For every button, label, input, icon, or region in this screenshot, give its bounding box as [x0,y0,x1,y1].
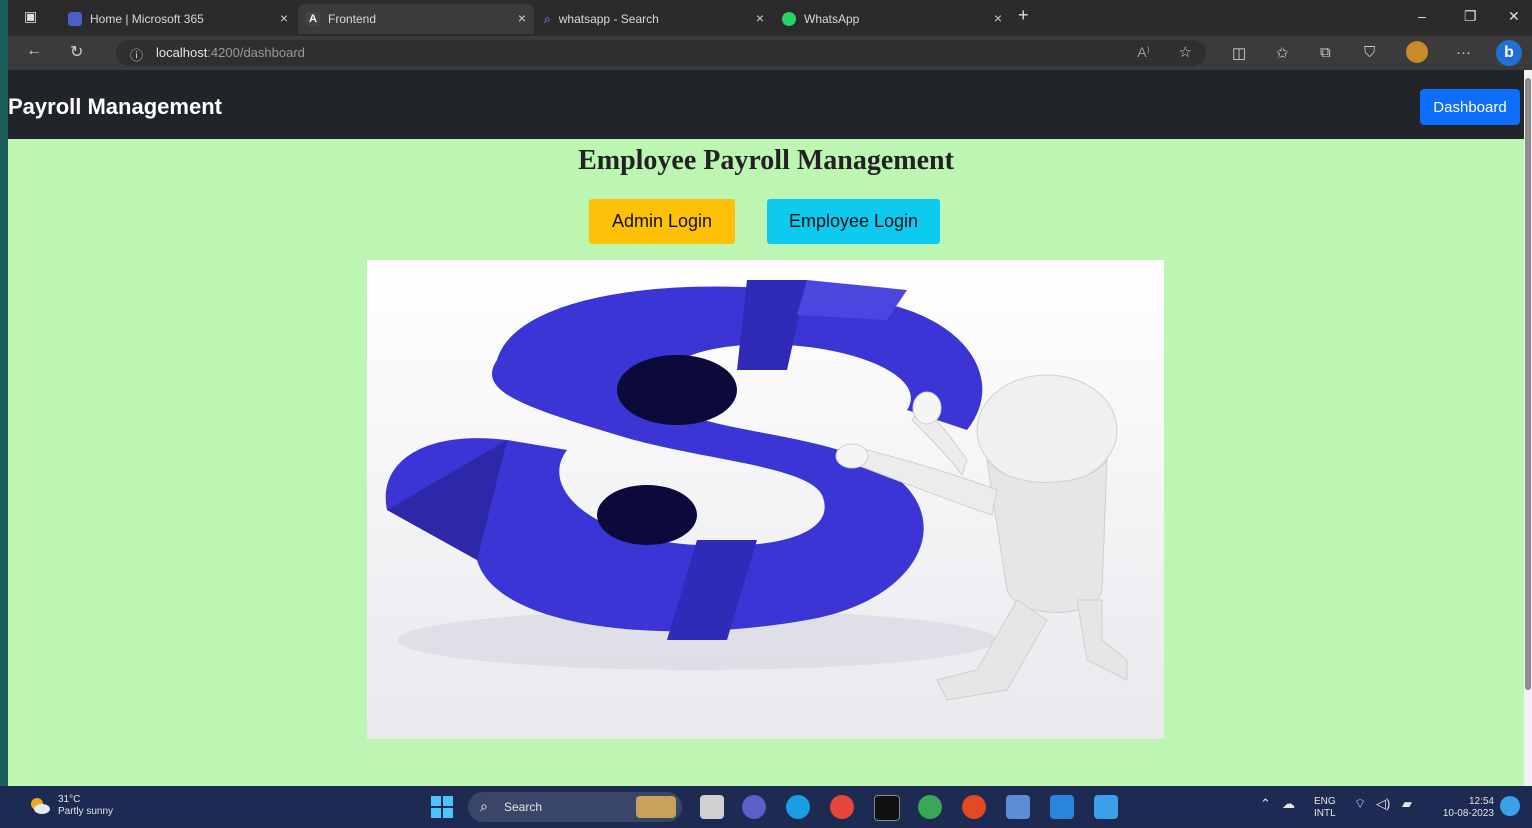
clock[interactable]: 12:54 10-08-2023 [1436,796,1494,820]
address-bar-row: ← ↻ ⓘ localhost:4200/dashboard A⁾ ☆ ◫ ✩ … [8,36,1532,70]
tab-label: WhatsApp [804,12,860,26]
chrome-icon[interactable] [830,795,854,819]
language-bottom: INTL [1314,808,1336,819]
task-view-icon[interactable] [700,795,724,819]
favorites-icon[interactable]: ✩ [1276,44,1289,62]
employee-login-button[interactable]: Employee Login [767,199,940,244]
wifi-icon[interactable]: ⌔ [1354,797,1366,810]
tab-actions-icon[interactable]: ▣ [24,8,37,25]
powerpoint-icon[interactable] [962,795,986,819]
url-text[interactable]: localhost:4200/dashboard [156,45,305,60]
extensions-icon[interactable]: ⛉ [1364,44,1375,61]
chevron-up-icon[interactable]: ⌃ [1260,797,1271,810]
admin-login-button[interactable]: Admin Login [589,199,735,244]
collections-icon[interactable]: ⧉ [1320,44,1331,61]
search-icon: ⌕ [480,798,488,814]
language-top: ENG [1314,796,1336,807]
terminal-icon[interactable] [874,795,900,821]
tab-label: Home | Microsoft 365 [90,12,204,26]
taskbar-search[interactable]: ⌕ Search [468,792,682,822]
taskbar: 31°C Partly sunny ⌕ Search ⌃ ☁ ENG INTL … [0,786,1532,828]
scrollbar-thumb[interactable] [1525,78,1531,690]
page-scrollbar[interactable] [1524,70,1532,786]
battery-icon[interactable]: ▰ [1402,797,1412,810]
restore-icon[interactable]: ❐ [1464,8,1477,25]
spring-tool-icon[interactable] [918,795,942,819]
profile-avatar[interactable] [1406,41,1428,63]
tab-whatsapp-search[interactable]: ⌕ whatsapp - Search × [536,4,772,34]
favorite-star-icon[interactable]: ☆ [1179,43,1192,61]
chat-icon[interactable] [742,795,766,819]
onedrive-icon[interactable]: ☁ [1282,797,1295,810]
tab-strip: ▣ Home | Microsoft 365 × A Frontend × ⌕ … [8,0,1532,36]
site-info-icon[interactable]: ⓘ [130,45,143,64]
refresh-icon[interactable]: ↻ [70,42,83,62]
close-icon[interactable]: × [994,10,1002,26]
angular-icon: A [306,12,320,26]
close-icon[interactable]: × [518,10,526,26]
weather-temp: 31°C [58,794,81,805]
split-screen-icon[interactable]: ◫ [1232,44,1246,62]
taskbar-search-label: Search [504,800,543,814]
search-highlight-icon [636,796,676,818]
tab-microsoft365[interactable]: Home | Microsoft 365 × [60,4,296,34]
more-icon[interactable]: ··· [1456,44,1471,61]
windows-start-icon[interactable] [430,795,454,819]
back-icon[interactable]: ← [26,42,42,60]
read-aloud-icon[interactable]: A⁾ [1137,44,1150,61]
close-icon[interactable]: × [280,10,288,26]
minimize-icon[interactable]: – [1418,8,1426,24]
clock-date: 10-08-2023 [1442,808,1494,819]
photos-icon[interactable] [1094,795,1118,819]
edge-icon[interactable] [786,795,810,819]
notification-icon[interactable] [1500,796,1520,816]
window-close-icon[interactable]: ✕ [1508,8,1520,25]
dashboard-button[interactable]: Dashboard [1420,89,1520,125]
weather-widget[interactable]: 31°C Partly sunny [28,794,113,818]
weather-desc: Partly sunny [58,806,114,817]
weather-text: 31°C Partly sunny [58,794,113,818]
page-title: Employee Payroll Management [578,145,954,176]
url-path: :4200/dashboard [207,45,305,60]
tab-label: whatsapp - Search [558,12,659,26]
tab-label: Frontend [328,12,377,26]
clock-time: 12:54 [1468,796,1494,807]
web-page: Payroll Management Dashboard Employee Pa… [8,70,1524,786]
new-tab-button[interactable]: + [1018,5,1029,26]
whatsapp-icon [782,12,796,26]
address-bar[interactable]: ⓘ localhost:4200/dashboard A⁾ ☆ [116,40,1206,66]
microsoft365-icon [68,12,82,26]
search-icon: ⌕ [544,11,551,26]
payroll-hero-image [367,260,1164,739]
volume-icon[interactable]: ◁) [1376,797,1390,810]
language-indicator[interactable]: ENG INTL [1314,796,1336,820]
tab-whatsapp[interactable]: WhatsApp × [774,4,1010,34]
brand-title[interactable]: Payroll Management [8,94,222,120]
close-icon[interactable]: × [756,10,764,26]
browser-window: ▣ Home | Microsoft 365 × A Frontend × ⌕ … [8,0,1532,786]
tab-frontend[interactable]: A Frontend × [298,4,534,34]
app-navbar: Payroll Management Dashboard [8,70,1524,139]
vscode-icon[interactable] [1050,795,1074,819]
bing-icon[interactable]: b [1496,40,1522,66]
partly-sunny-icon [31,798,50,814]
snipping-tool-icon[interactable] [1006,795,1030,819]
url-host: localhost [156,45,208,60]
